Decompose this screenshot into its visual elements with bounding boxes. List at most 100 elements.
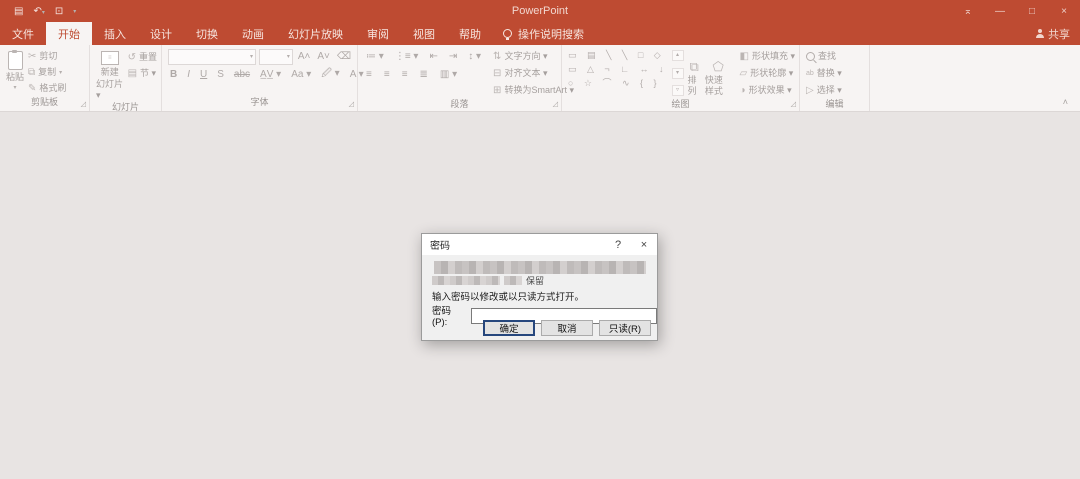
tab-view[interactable]: 视图 <box>401 22 447 45</box>
justify-button[interactable]: ≣ <box>418 69 430 80</box>
decrease-indent-button[interactable]: ⇤ <box>427 51 439 62</box>
format-painter-icon: ✎ <box>28 82 37 94</box>
highlight-color-button[interactable]: 🖉 ▾ <box>319 66 341 83</box>
tab-animations[interactable]: 动画 <box>230 22 276 45</box>
ribbon-display-options-icon[interactable]: ⌅ <box>952 0 984 22</box>
cancel-button[interactable]: 取消 <box>541 320 593 336</box>
collapse-ribbon-icon[interactable]: ˄ <box>1063 97 1068 107</box>
dialog-title-bar[interactable]: 密码 ? × <box>422 234 657 255</box>
columns-button[interactable]: ▥ ▾ <box>438 69 459 80</box>
tell-me-search[interactable]: 操作说明搜索 <box>493 22 594 45</box>
text-shadow-button[interactable]: S <box>215 69 226 80</box>
font-name-combo[interactable]: ▾ <box>168 48 257 65</box>
reset-button[interactable]: ↺ 重置 <box>128 51 157 64</box>
start-slideshow-icon[interactable]: ⊡ <box>55 6 63 17</box>
tab-insert[interactable]: 插入 <box>92 22 138 45</box>
minimize-icon[interactable]: — <box>984 0 1016 22</box>
tab-design[interactable]: 设计 <box>138 22 184 45</box>
line-spacing-button[interactable]: ↕ ▾ <box>466 51 483 62</box>
quick-styles-button[interactable]: ⬠ 快速样式 <box>705 49 732 97</box>
shape-outline-button[interactable]: ▱ 形状轮廓 ▾ <box>740 67 795 80</box>
copy-icon: ⧉ <box>28 66 36 78</box>
tab-home[interactable]: 开始 <box>46 22 92 45</box>
close-icon[interactable]: × <box>1048 0 1080 22</box>
shape-effects-button[interactable]: ◑ 形状效果 ▾ <box>740 84 795 97</box>
ok-button[interactable]: 确定 <box>483 320 535 336</box>
increase-indent-button[interactable]: ⇥ <box>447 51 459 62</box>
copy-button[interactable]: ⧉ 复制 ▾ <box>28 66 66 79</box>
font-size-combo[interactable]: ▾ <box>259 48 293 65</box>
new-slide-button[interactable]: ≡ 新建 幻灯片 ▾ <box>96 49 124 100</box>
text-direction-label: 文字方向 ▾ <box>504 51 548 62</box>
italic-button[interactable]: I <box>185 69 192 80</box>
arrange-icon: ⧉ <box>689 59 699 75</box>
customize-qat-icon[interactable]: ▾ <box>73 8 76 15</box>
tab-file[interactable]: 文件 <box>0 22 46 45</box>
font-dialog-launcher-icon[interactable]: ◿ <box>349 100 354 108</box>
shapes-row-3[interactable]: ○ ☆ ⌒ ∿ { } <box>568 77 668 90</box>
shapes-gallery[interactable]: ▭ ▤ ╲ ╲ □ ◇ ▭ △ ¬ ∟ ↔ ↓ ○ ☆ ⌒ ∿ { } <box>568 49 668 97</box>
bold-button[interactable]: B <box>168 69 179 80</box>
undo-dropdown-icon[interactable]: ▾ <box>42 10 45 16</box>
gallery-down-icon[interactable]: ▾ <box>671 67 684 79</box>
font-name-dropdown-icon[interactable]: ▾ <box>250 53 253 60</box>
maximize-icon[interactable]: □ <box>1016 0 1048 22</box>
paste-label: 粘贴 <box>6 72 25 82</box>
save-icon[interactable]: ▤ <box>14 6 23 17</box>
undo-icon[interactable]: ↶▾ <box>33 6 44 17</box>
cut-button[interactable]: ✂ 剪切 <box>28 50 66 63</box>
find-label: 查找 <box>818 51 837 62</box>
gallery-up-icon[interactable]: ▴ <box>671 50 684 61</box>
gallery-more-icon[interactable]: ▿ <box>671 85 684 96</box>
align-right-button[interactable]: ≡ <box>400 69 410 80</box>
bullets-button[interactable]: ≔ ▾ <box>364 51 386 62</box>
format-painter-button[interactable]: ✎ 格式刷 <box>28 82 66 95</box>
shapes-row-1[interactable]: ▭ ▤ ╲ ╲ □ ◇ <box>568 49 668 62</box>
shrink-font-button[interactable]: A˅ <box>315 51 332 62</box>
grow-font-button[interactable]: A˄ <box>296 51 313 62</box>
align-center-button[interactable]: ≡ <box>382 69 392 80</box>
group-editing-label: 编辑 <box>825 99 844 109</box>
search-icon <box>806 52 815 61</box>
shapes-row-2[interactable]: ▭ △ ¬ ∟ ↔ ↓ <box>568 63 668 76</box>
copy-dropdown-icon[interactable]: ▾ <box>59 69 62 76</box>
tab-help[interactable]: 帮助 <box>447 22 493 45</box>
paste-dropdown-icon[interactable]: ▾ <box>14 84 17 91</box>
shape-outline-label: 形状轮廓 ▾ <box>750 68 794 79</box>
text-direction-icon: ⇅ <box>493 50 502 62</box>
clear-formatting-icon[interactable]: ⌫ <box>335 51 353 62</box>
font-size-dropdown-icon[interactable]: ▾ <box>287 53 290 60</box>
align-left-button[interactable]: ≡ <box>364 69 374 80</box>
tab-review[interactable]: 审阅 <box>355 22 401 45</box>
underline-button[interactable]: U <box>198 69 209 80</box>
clipboard-dialog-launcher-icon[interactable]: ◿ <box>81 100 86 108</box>
shape-outline-icon: ▱ <box>739 67 748 79</box>
section-button[interactable]: ▤ 节 ▾ <box>128 67 157 80</box>
change-case-button[interactable]: Aa ▾ <box>289 69 313 80</box>
replace-label: 替换 ▾ <box>816 68 842 79</box>
arrange-button[interactable]: ⧉ 排列 <box>688 49 701 97</box>
ribbon-tab-bar: 文件 开始 插入 设计 切换 动画 幻灯片放映 审阅 视图 帮助 操作说明搜索 <box>0 22 1080 45</box>
paragraph-dialog-launcher-icon[interactable]: ◿ <box>553 100 558 108</box>
strikethrough-button[interactable]: abc <box>232 69 252 80</box>
ribbon: 粘贴 ▾ ✂ 剪切 ⧉ 复制 ▾ ✎ 格式刷 剪贴板 ◿ ≡ 新建 幻灯片 ▾ ↺ 重置 … <box>0 45 1080 112</box>
share-button[interactable]: 共享 <box>1036 22 1070 45</box>
help-icon[interactable]: ? <box>605 234 631 255</box>
drawing-dialog-launcher-icon[interactable]: ◿ <box>791 100 796 108</box>
paste-button[interactable]: 粘贴 ▾ <box>6 49 24 95</box>
find-button[interactable]: 查找 <box>806 50 842 63</box>
shape-fill-button[interactable]: ◧ 形状填充 ▾ <box>740 50 795 63</box>
tab-slideshow[interactable]: 幻灯片放映 <box>276 22 355 45</box>
tell-me-label: 操作说明搜索 <box>518 28 584 41</box>
character-spacing-button[interactable]: A̲V̲ ▾ <box>258 69 283 80</box>
tab-transitions[interactable]: 切换 <box>184 22 230 45</box>
group-clipboard: 粘贴 ▾ ✂ 剪切 ⧉ 复制 ▾ ✎ 格式刷 剪贴板 ◿ <box>0 45 90 111</box>
numbering-button[interactable]: ⋮≡ ▾ <box>393 51 421 62</box>
group-slides: ≡ 新建 幻灯片 ▾ ↺ 重置 ▤ 节 ▾ 幻灯片 <box>90 45 162 112</box>
readonly-button[interactable]: 只读(R) <box>599 320 651 336</box>
ribbon-spacer: ˄ <box>870 45 1080 111</box>
replace-button[interactable]: ab 替换 ▾ <box>806 67 842 80</box>
select-button[interactable]: ▷ 选择 ▾ <box>806 84 842 97</box>
dialog-close-icon[interactable]: × <box>631 234 657 255</box>
smartart-icon: ⊞ <box>493 84 502 96</box>
